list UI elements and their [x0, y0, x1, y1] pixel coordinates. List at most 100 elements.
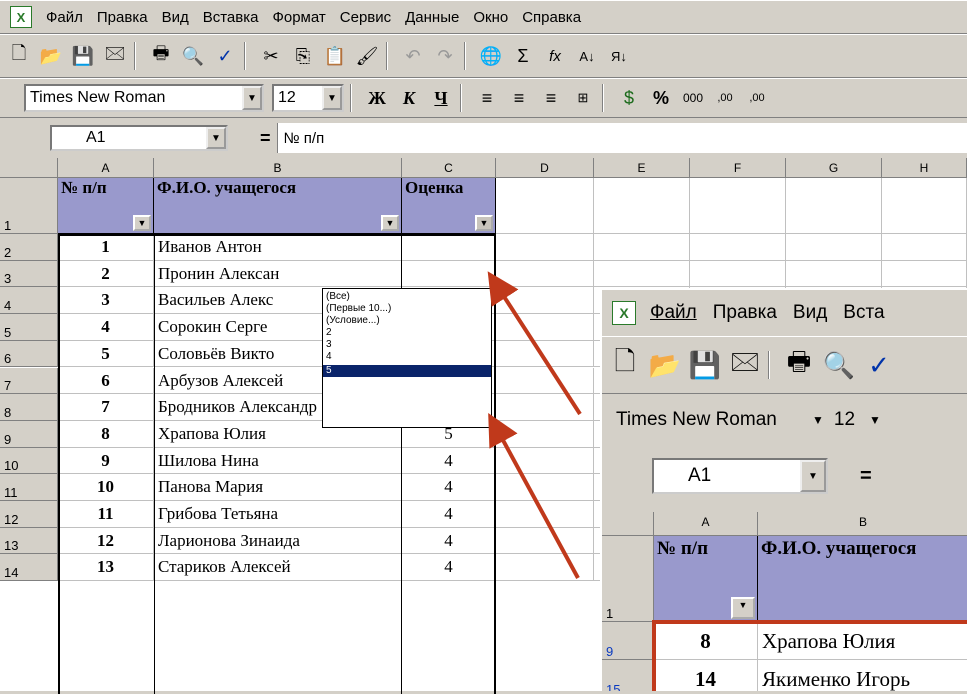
- filter-option[interactable]: (Все): [326, 291, 488, 303]
- spellcheck-icon[interactable]: ✓: [212, 43, 238, 69]
- empty-cell[interactable]: [496, 527, 594, 555]
- mail-icon[interactable]: 🖂: [728, 346, 762, 378]
- empty-cell[interactable]: [496, 394, 594, 421]
- empty-cell[interactable]: [496, 340, 594, 368]
- column-header-c[interactable]: C: [402, 158, 496, 178]
- row-header[interactable]: 9: [602, 622, 654, 660]
- percent-button[interactable]: %: [648, 85, 674, 111]
- filter-dropdown-button[interactable]: ▼: [475, 215, 493, 231]
- cell-grade[interactable]: [402, 260, 496, 288]
- row-header[interactable]: 5: [0, 314, 58, 341]
- chevron-down-icon[interactable]: ▼: [812, 413, 824, 427]
- decrease-decimal-button[interactable]: ,00: [744, 85, 770, 111]
- empty-cell[interactable]: [496, 260, 594, 288]
- autosum-icon[interactable]: Σ: [510, 43, 536, 69]
- row-header[interactable]: 3: [0, 260, 58, 288]
- empty-cell[interactable]: [594, 234, 690, 261]
- sort-asc-icon[interactable]: A↓: [574, 43, 600, 69]
- empty-cell[interactable]: [882, 234, 967, 261]
- empty-cell[interactable]: [496, 287, 594, 315]
- italic-button[interactable]: К: [396, 85, 422, 111]
- header-cell-name[interactable]: Ф.И.О. учащегося ▼: [154, 178, 402, 234]
- column-header-h[interactable]: H: [882, 158, 967, 178]
- preview-icon[interactable]: 🔍: [822, 350, 856, 380]
- spellcheck-icon[interactable]: ✓: [862, 350, 896, 380]
- open-icon[interactable]: 📂: [648, 350, 682, 380]
- filter-option[interactable]: 3: [326, 339, 488, 351]
- filter-dropdown-button[interactable]: ▼: [731, 597, 755, 619]
- empty-cell[interactable]: [496, 554, 594, 582]
- cell-name[interactable]: Пронин Алексан: [154, 260, 402, 288]
- cell-number[interactable]: 8: [58, 420, 154, 448]
- cell-number[interactable]: 12: [58, 527, 154, 555]
- inset-header-name[interactable]: Ф.И.О. учащегося: [758, 536, 967, 622]
- empty-cell[interactable]: [496, 234, 594, 261]
- cell-grade[interactable]: 4: [402, 527, 496, 555]
- empty-cell[interactable]: [690, 178, 786, 234]
- empty-cell[interactable]: [690, 260, 786, 288]
- column-header-b[interactable]: B: [154, 158, 402, 178]
- filter-dropdown-button[interactable]: ▼: [133, 215, 151, 231]
- inset-name-box[interactable]: A1 ▼: [652, 458, 828, 494]
- row-header[interactable]: 1: [0, 178, 58, 234]
- formula-input[interactable]: № п/п: [276, 123, 967, 153]
- thousands-button[interactable]: 000: [680, 85, 706, 111]
- row-header[interactable]: 9: [0, 420, 58, 448]
- inset-menu-file[interactable]: Файл: [650, 302, 697, 324]
- increase-decimal-button[interactable]: ,00: [712, 85, 738, 111]
- row-header[interactable]: 2: [0, 234, 58, 261]
- print-icon[interactable]: 🖶: [148, 43, 174, 69]
- cell-name[interactable]: Ларионова Зинаида: [154, 527, 402, 555]
- new-icon[interactable]: 🗋: [608, 346, 642, 378]
- name-box[interactable]: A1 ▼: [50, 125, 228, 151]
- cell-grade[interactable]: 4: [402, 554, 496, 582]
- filter-option[interactable]: (Первые 10...): [326, 303, 488, 315]
- empty-cell[interactable]: [690, 234, 786, 261]
- filter-option-selected[interactable]: 5: [323, 365, 491, 377]
- hyperlink-icon[interactable]: 🌐: [478, 43, 504, 69]
- row-header[interactable]: 7: [0, 367, 58, 395]
- column-header-e[interactable]: E: [594, 158, 690, 178]
- menu-edit[interactable]: Правка: [97, 9, 148, 26]
- cell-number[interactable]: 1: [58, 234, 154, 261]
- mail-icon[interactable]: 🖂: [102, 43, 128, 69]
- copy-icon[interactable]: ⎘: [290, 43, 316, 69]
- row-header[interactable]: 6: [0, 340, 58, 368]
- excel-app-icon[interactable]: X: [612, 301, 636, 325]
- chevron-down-icon[interactable]: ▼: [242, 86, 262, 110]
- cell-grade[interactable]: 4: [402, 474, 496, 501]
- empty-cell[interactable]: [786, 260, 882, 288]
- cell-number[interactable]: 4: [58, 314, 154, 341]
- filter-option[interactable]: 4: [326, 351, 488, 363]
- row-header[interactable]: 1: [602, 536, 654, 622]
- column-header-a[interactable]: A: [58, 158, 154, 178]
- cell-grade[interactable]: [402, 234, 496, 261]
- select-all-corner[interactable]: [602, 512, 654, 536]
- open-icon[interactable]: 📂: [38, 43, 64, 69]
- sort-desc-icon[interactable]: Я↓: [606, 43, 632, 69]
- cell-number[interactable]: 11: [58, 501, 154, 528]
- cell-name[interactable]: Шилова Нина: [154, 447, 402, 475]
- cell-name[interactable]: Стариков Алексей: [154, 554, 402, 582]
- cell-grade[interactable]: 4: [402, 501, 496, 528]
- inset-font-name[interactable]: Times New Roman: [616, 409, 798, 431]
- cell-number[interactable]: 10: [58, 474, 154, 501]
- empty-cell[interactable]: [594, 178, 690, 234]
- merge-center-icon[interactable]: ⊞: [570, 85, 596, 111]
- chevron-down-icon[interactable]: ▼: [869, 413, 881, 427]
- bold-button[interactable]: Ж: [364, 85, 390, 111]
- cut-icon[interactable]: ✂: [258, 43, 284, 69]
- menu-insert[interactable]: Вставка: [203, 9, 259, 26]
- cell-name[interactable]: Иванов Антон: [154, 234, 402, 261]
- column-header-f[interactable]: F: [690, 158, 786, 178]
- menu-view[interactable]: Вид: [162, 9, 189, 26]
- inset-menu-edit[interactable]: Правка: [713, 302, 777, 324]
- empty-cell[interactable]: [786, 178, 882, 234]
- empty-cell[interactable]: [882, 178, 967, 234]
- chevron-down-icon[interactable]: ▼: [206, 127, 226, 149]
- menu-data[interactable]: Данные: [405, 9, 459, 26]
- excel-app-icon[interactable]: X: [10, 6, 32, 28]
- empty-cell[interactable]: [496, 501, 594, 528]
- select-all-corner[interactable]: [0, 158, 58, 178]
- column-header-d[interactable]: D: [496, 158, 594, 178]
